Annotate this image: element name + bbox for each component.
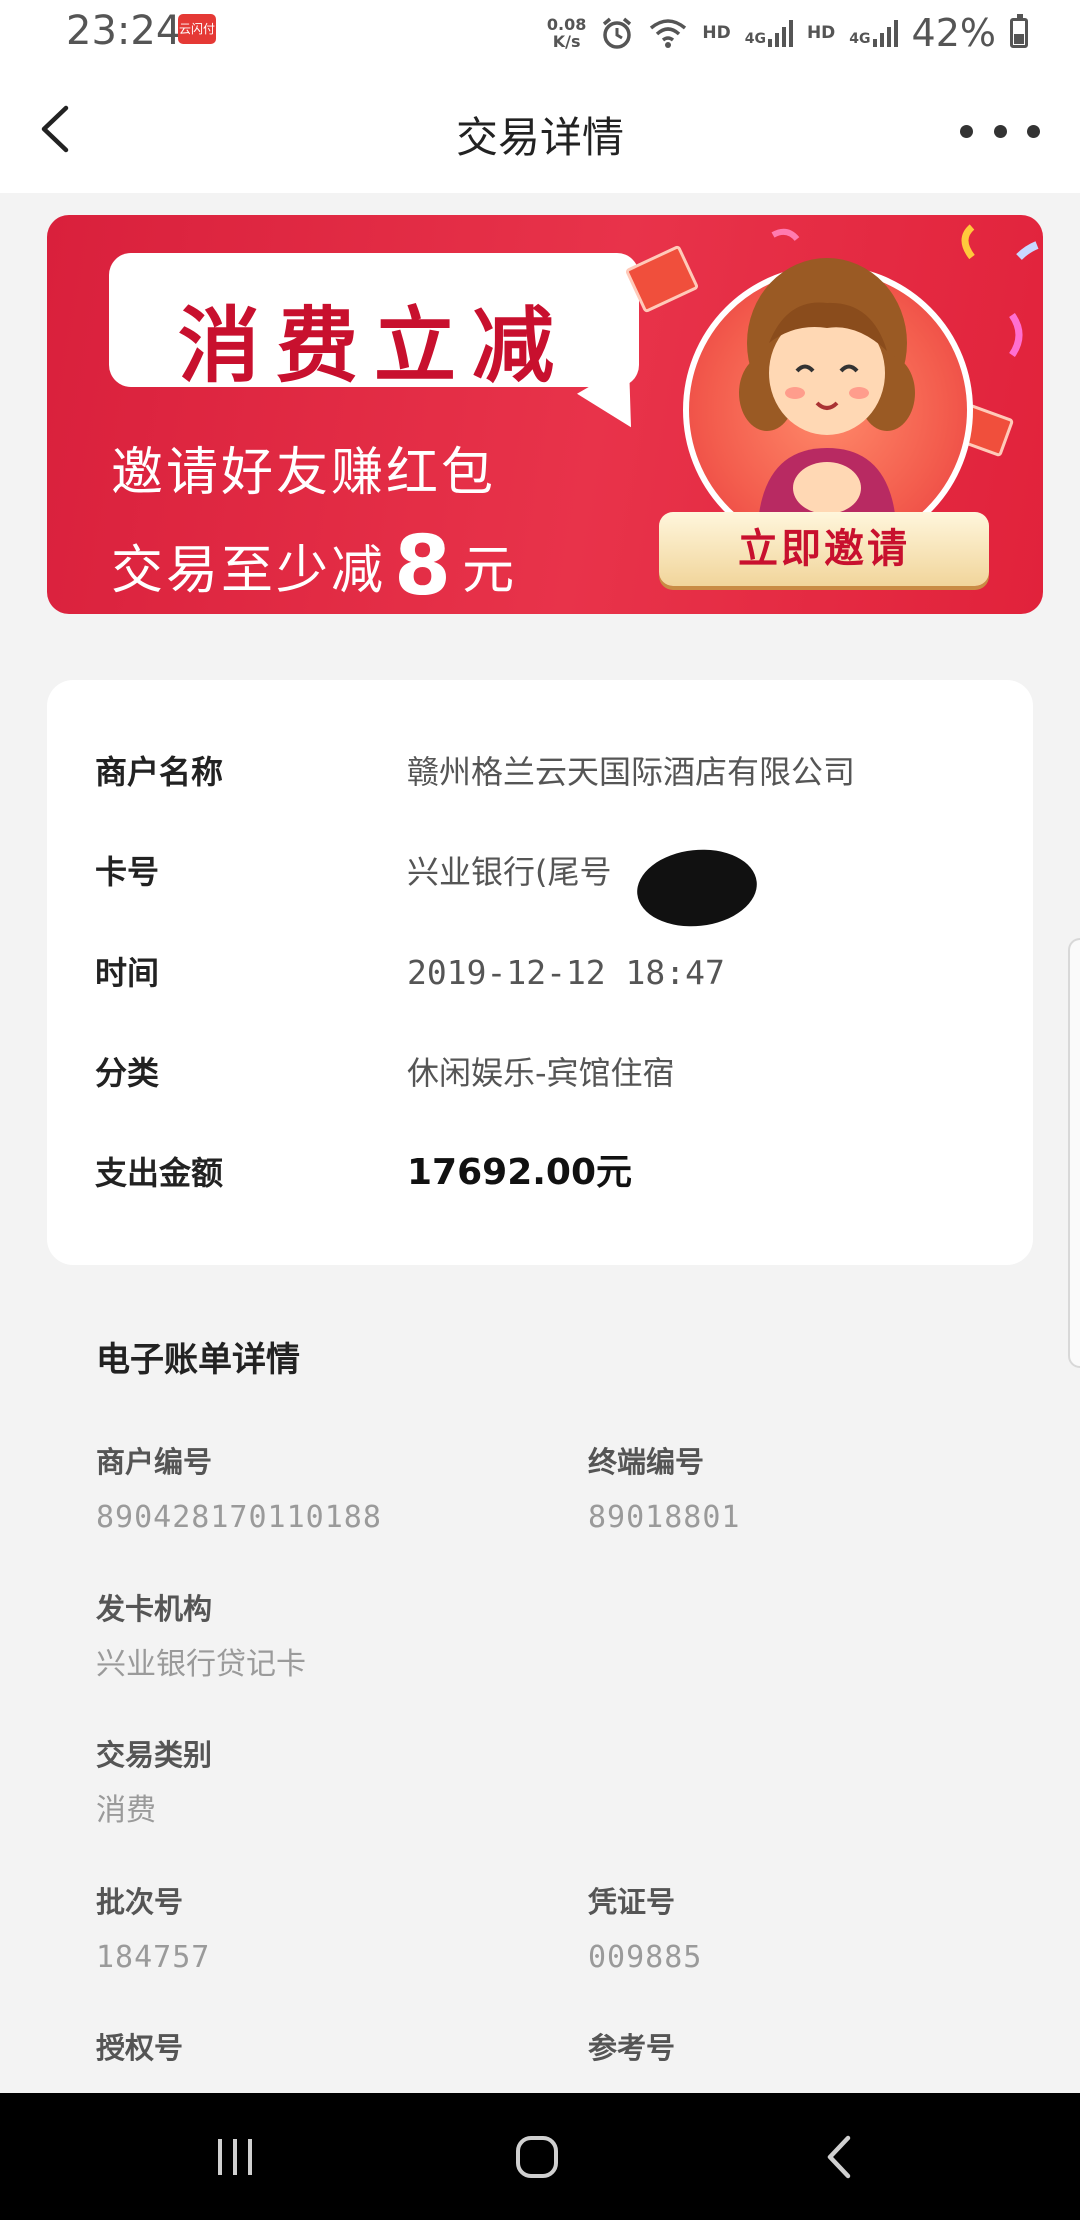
merchant-number-value: 890428170110188	[96, 1500, 382, 1535]
app-notification-icon: 云闪付	[178, 14, 216, 44]
banner-discount-number: 8	[394, 519, 455, 614]
merchant-number-field: 商户编号 890428170110188	[96, 1440, 556, 1540]
edge-panel-handle[interactable]	[1068, 938, 1080, 1368]
signal-icon	[872, 19, 898, 47]
network-type-2: 4G	[849, 31, 871, 47]
network-speed-unit: K/s	[552, 32, 581, 51]
status-indicators: 0.08 K/s HD 4G HD 4G 42%	[547, 10, 1028, 56]
merchant-number-label: 商户编号	[96, 1445, 213, 1479]
voucher-number-value: 009885	[588, 1940, 703, 1975]
more-dot-icon	[960, 124, 973, 138]
reference-number-field: 参考号	[588, 2026, 1048, 2070]
issuer-value: 兴业银行贷记卡	[96, 1647, 306, 1682]
more-options-button[interactable]	[960, 106, 1040, 156]
invite-now-button[interactable]: 立即邀请	[659, 512, 989, 586]
more-dot-icon	[1027, 124, 1040, 138]
battery-percent: 42%	[911, 11, 996, 55]
more-dot-icon	[993, 124, 1007, 138]
amount-value: 17692.00元	[407, 1152, 633, 1193]
issuer-label: 发卡机构	[96, 1592, 213, 1626]
merchant-row: 商户名称 赣州格兰云天国际酒店有限公司	[47, 742, 1033, 802]
time-row: 时间 2019-12-12 18:47	[47, 943, 1033, 1003]
network-type-1: 4G	[744, 31, 766, 47]
terminal-number-field: 终端编号 89018801	[588, 1440, 1048, 1540]
category-value: 休闲娱乐-宾馆住宿	[407, 1054, 675, 1092]
speech-bubble: 消费立减	[109, 253, 639, 394]
banner-discount-prefix: 交易至少减	[111, 541, 387, 601]
back-icon	[827, 2135, 851, 2178]
signal-2: 4G	[849, 19, 898, 47]
voucher-number-label: 凭证号	[588, 1885, 676, 1919]
promo-banner[interactable]: 消费立减 邀请好友赚红包 交易至少减 8 元 立即邀请	[47, 215, 1043, 614]
home-icon	[516, 2135, 558, 2178]
network-speed: 0.08 K/s	[547, 16, 586, 50]
signal-icon	[767, 19, 793, 47]
category-label: 分类	[95, 1054, 160, 1092]
category-row: 分类 休闲娱乐-宾馆住宿	[47, 1043, 1033, 1103]
merchant-value: 赣州格兰云天国际酒店有限公司	[407, 753, 856, 791]
transaction-type-label: 交易类别	[96, 1738, 213, 1772]
amount-row: 支出金额 17692.00元	[47, 1143, 1033, 1203]
time-value: 2019-12-12 18:47	[407, 953, 725, 992]
banner-discount-suffix: 元	[462, 541, 518, 601]
batch-number-value: 184757	[96, 1940, 211, 1975]
mascot-girl-illustration	[739, 258, 915, 543]
recent-apps-button[interactable]	[135, 2093, 335, 2220]
time-label: 时间	[95, 954, 160, 992]
top-app-bar: 交易详情	[0, 66, 1080, 193]
signal-1: 4G	[745, 19, 793, 47]
recent-apps-icon	[218, 2138, 252, 2175]
status-time: 23:24	[66, 8, 182, 54]
terminal-number-value: 89018801	[588, 1500, 741, 1535]
banner-subtitle: 邀请好友赚红包	[111, 443, 497, 503]
network-speed-value: 0.08	[546, 15, 587, 34]
battery-icon	[1010, 14, 1028, 48]
merchant-label: 商户名称	[95, 753, 224, 791]
alarm-icon	[603, 17, 632, 49]
wifi-icon	[650, 19, 687, 48]
transaction-type-field: 交易类别 消费	[96, 1733, 556, 1833]
batch-number-label: 批次号	[96, 1885, 184, 1919]
amount-label: 支出金额	[95, 1154, 224, 1192]
hd-label-1: HD	[702, 23, 731, 43]
batch-number-field: 批次号 184757	[96, 1880, 556, 1980]
card-value: 兴业银行(尾号	[407, 853, 612, 891]
voucher-number-field: 凭证号 009885	[588, 1880, 1048, 1980]
nav-back-button[interactable]	[740, 2093, 940, 2220]
issuer-field: 发卡机构 兴业银行贷记卡	[96, 1587, 556, 1687]
banner-headline: 消费立减	[177, 299, 570, 394]
page-title: 交易详情	[455, 113, 624, 162]
card-label: 卡号	[95, 853, 160, 891]
transaction-type-value: 消费	[96, 1793, 156, 1828]
transaction-info-card: 商户名称 赣州格兰云天国际酒店有限公司 卡号 兴业银行(尾号 时间 2019-1…	[47, 680, 1033, 1265]
redaction-mark	[633, 843, 761, 933]
auth-number-label: 授权号	[96, 2031, 184, 2065]
banner-discount-text: 交易至少减 8 元	[111, 513, 518, 614]
hd-label-2: HD	[806, 23, 836, 43]
bill-section-title: 电子账单详情	[96, 1340, 300, 1380]
auth-number-field: 授权号	[96, 2026, 556, 2070]
reference-number-label: 参考号	[588, 2031, 676, 2065]
home-button[interactable]	[437, 2093, 637, 2220]
terminal-number-label: 终端编号	[588, 1445, 705, 1479]
card-row: 卡号 兴业银行(尾号	[47, 842, 1033, 933]
system-navigation-bar	[0, 2093, 1080, 2220]
status-bar: 23:24 云闪付 0.08 K/s HD 4G HD 4G 42%	[0, 0, 1080, 66]
